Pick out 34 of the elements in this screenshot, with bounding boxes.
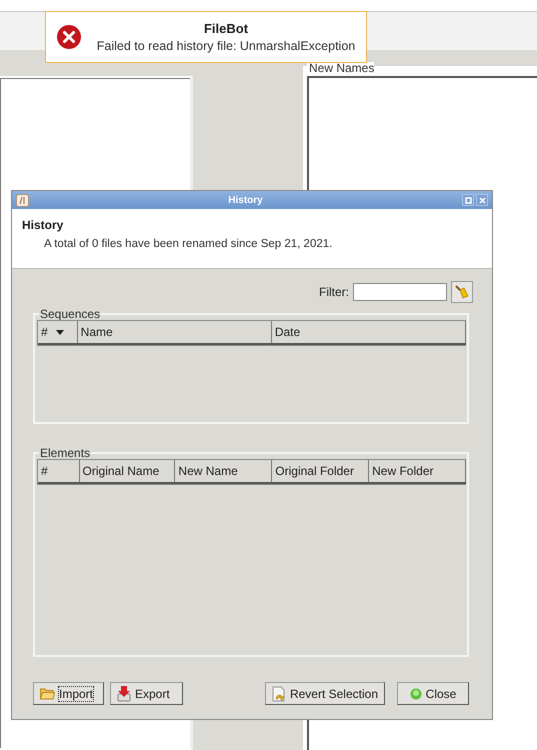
column-header[interactable]: #: [38, 460, 80, 482]
column-header[interactable]: Original Folder: [272, 460, 370, 482]
column-header[interactable]: Date: [272, 321, 466, 343]
column-header[interactable]: New Name: [175, 460, 272, 482]
download-icon: [117, 686, 131, 702]
column-header[interactable]: New Folder: [369, 460, 466, 482]
group-title: Sequences: [39, 308, 102, 320]
close-button[interactable]: Close: [397, 682, 469, 705]
import-button[interactable]: Import: [33, 682, 104, 705]
document-arrow-icon: [272, 686, 286, 702]
revert-button[interactable]: Revert Selection: [264, 682, 385, 705]
filter-label: Filter:: [319, 285, 349, 299]
panel-label: New Names: [307, 62, 374, 74]
dialog-heading: History: [22, 218, 64, 232]
export-button[interactable]: Export: [110, 682, 183, 705]
broom-icon: [454, 284, 470, 300]
column-header[interactable]: #: [38, 321, 78, 343]
maximize-icon: [464, 196, 472, 204]
notification-title: FileBot: [204, 21, 248, 36]
summary-text: A total of 0 files have been renamed since Sep 21, 2021.: [44, 238, 334, 250]
group-title: Elements: [39, 447, 92, 459]
close-icon: [478, 196, 486, 204]
app-icon: [16, 194, 29, 206]
folder-icon: [40, 687, 55, 700]
notification-message: Failed to read history file: UnmarshalException: [96, 39, 356, 53]
error-icon: [56, 24, 82, 50]
column-header[interactable]: Original Name: [80, 460, 176, 482]
circle-icon: [410, 688, 422, 700]
column-header[interactable]: Name: [78, 321, 272, 343]
maximize-button[interactable]: [462, 194, 474, 206]
clear-filter-button[interactable]: [451, 281, 473, 303]
close-button[interactable]: [476, 194, 488, 206]
window-title: History: [227, 194, 264, 206]
filter-field[interactable]: [353, 283, 447, 301]
